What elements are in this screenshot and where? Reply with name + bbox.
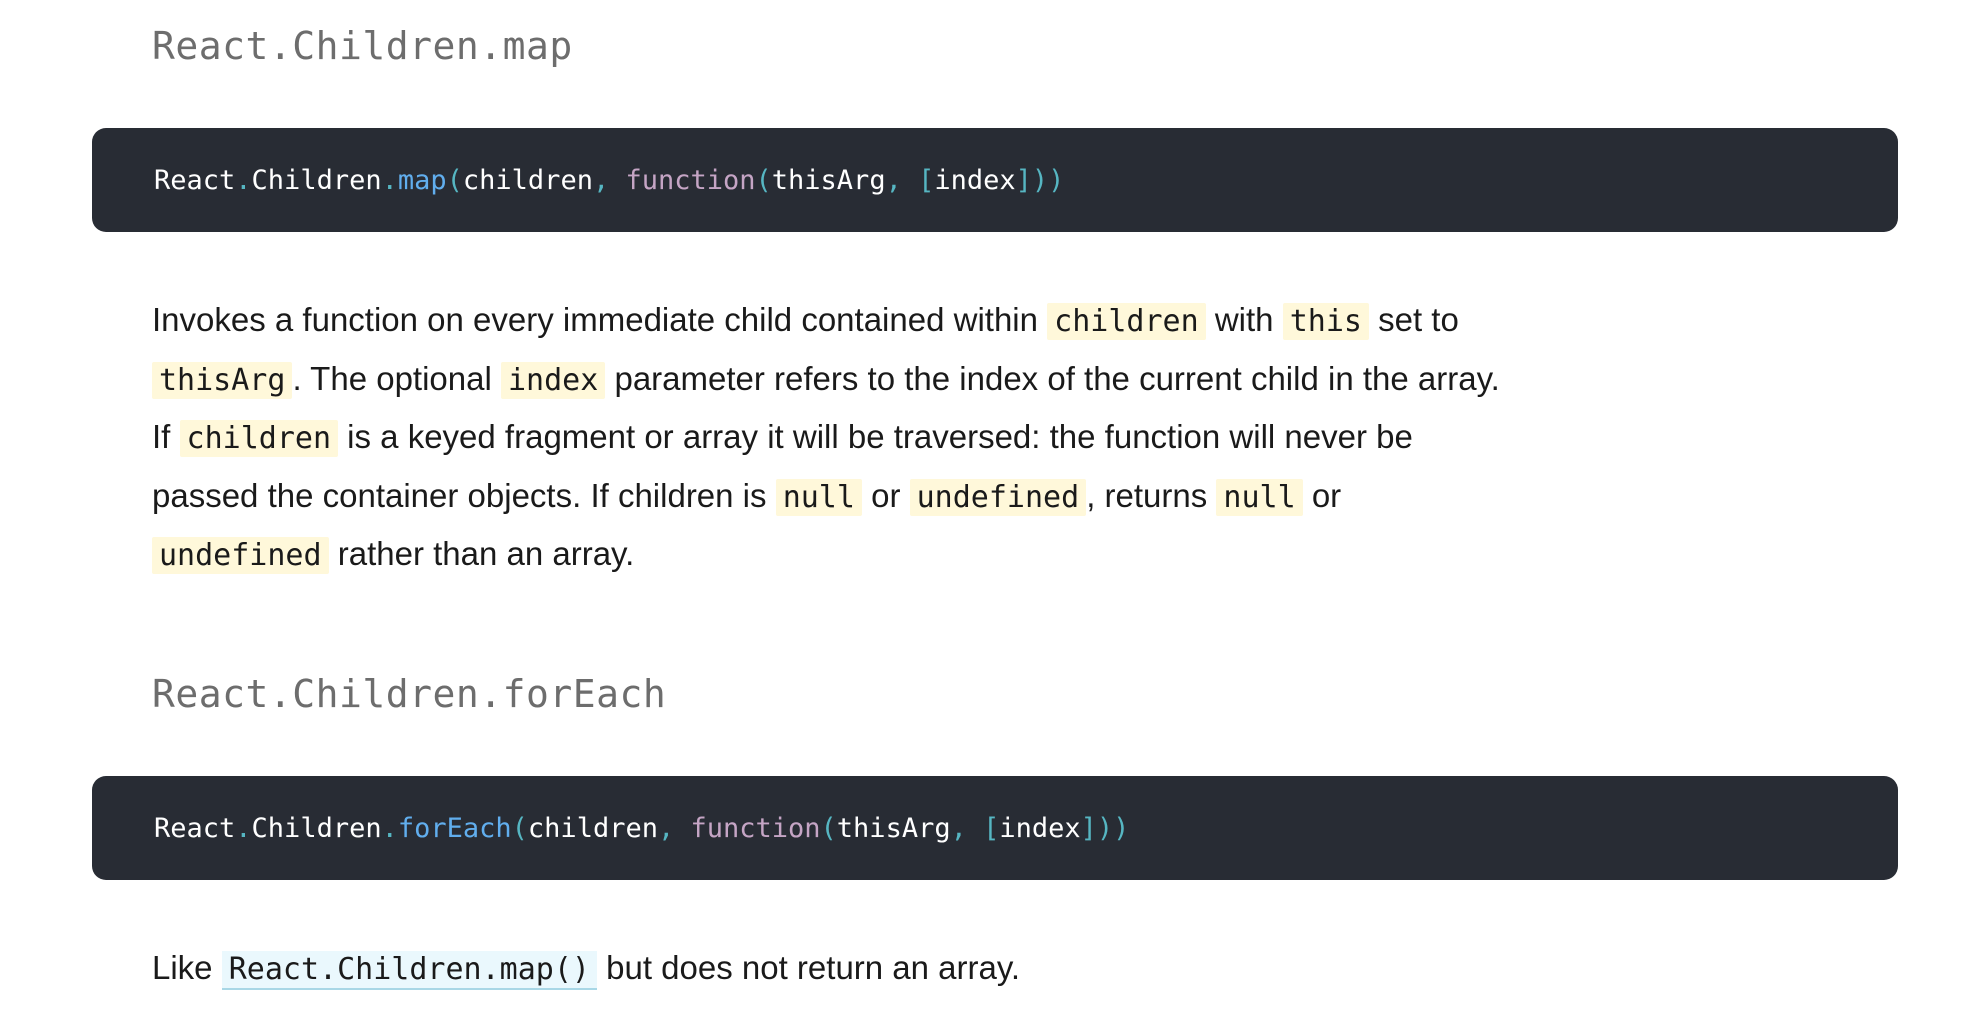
code-block-children-map: React. Children. map(children, function(th… — [92, 128, 1898, 232]
text: but does not return an array. — [596, 949, 1021, 986]
code-token: . — [381, 812, 398, 844]
code-token: , — [950, 812, 984, 844]
text: passed the container objects. If childre… — [152, 476, 776, 514]
inline-code: children — [179, 420, 339, 457]
heading-children-foreach: React.Children.forEach — [152, 672, 667, 716]
code-token: [ — [983, 812, 1000, 844]
inline-code: children — [1047, 303, 1206, 340]
code-token: React — [154, 812, 236, 844]
code-token: , — [885, 164, 919, 196]
code-token: index — [999, 812, 1081, 844]
code-block-children-foreach: React. Children. forEach(children, functio… — [92, 776, 1898, 880]
code-token: ])) — [1080, 812, 1130, 844]
inline-code: undefined — [909, 478, 1087, 516]
text: or — [1302, 476, 1342, 514]
inline-code: undefined — [152, 537, 329, 574]
code-token: [ — [918, 164, 935, 196]
code-token: . — [381, 164, 398, 196]
inline-code: null — [775, 478, 862, 516]
code-token: map — [397, 164, 447, 196]
code-token: ( — [511, 812, 528, 844]
text: parameter refers to the index of the cur… — [605, 359, 1500, 397]
description-children-map: Invokes a function on every immediate ch… — [152, 292, 1792, 585]
inline-code: this — [1282, 303, 1369, 340]
code-token: Children — [251, 812, 382, 844]
description-children-foreach: Like React.Children.map() but does not r… — [152, 940, 1792, 999]
text: , returns — [1086, 476, 1217, 514]
text: with — [1205, 301, 1283, 338]
code-token: ( — [755, 164, 772, 196]
text: set to — [1368, 301, 1459, 338]
code-token: children — [527, 812, 658, 844]
code-token: . — [235, 812, 252, 844]
code-token: function — [690, 812, 821, 844]
text: . The optional — [292, 359, 501, 397]
code-token: ( — [820, 812, 837, 844]
code-token: React — [154, 164, 236, 196]
text: rather than an array. — [328, 535, 635, 572]
code-token: thisArg — [836, 812, 951, 844]
text: Like — [152, 949, 222, 986]
code-token: Children — [251, 164, 382, 196]
inline-code: thisArg — [152, 361, 293, 399]
code-token: function — [625, 164, 756, 196]
code-token: children — [462, 164, 593, 196]
code-token: forEach — [397, 812, 512, 844]
code-token: ( — [446, 164, 463, 196]
code-token: , — [657, 812, 691, 844]
children-map-link[interactable]: React.Children.map() — [221, 951, 597, 990]
text: is a keyed fragment or array it will be … — [338, 418, 1413, 455]
heading-children-map: React.Children.map — [152, 24, 573, 68]
text: or — [861, 476, 910, 514]
code-token: , — [592, 164, 626, 196]
code-token: ])) — [1015, 164, 1065, 196]
inline-code: index — [500, 361, 606, 399]
code-token: index — [934, 164, 1016, 196]
inline-code: null — [1216, 478, 1303, 516]
text: If — [152, 418, 180, 455]
code-token: . — [235, 164, 252, 196]
code-token: thisArg — [771, 164, 886, 196]
text: Invokes a function on every immediate ch… — [152, 301, 1048, 338]
